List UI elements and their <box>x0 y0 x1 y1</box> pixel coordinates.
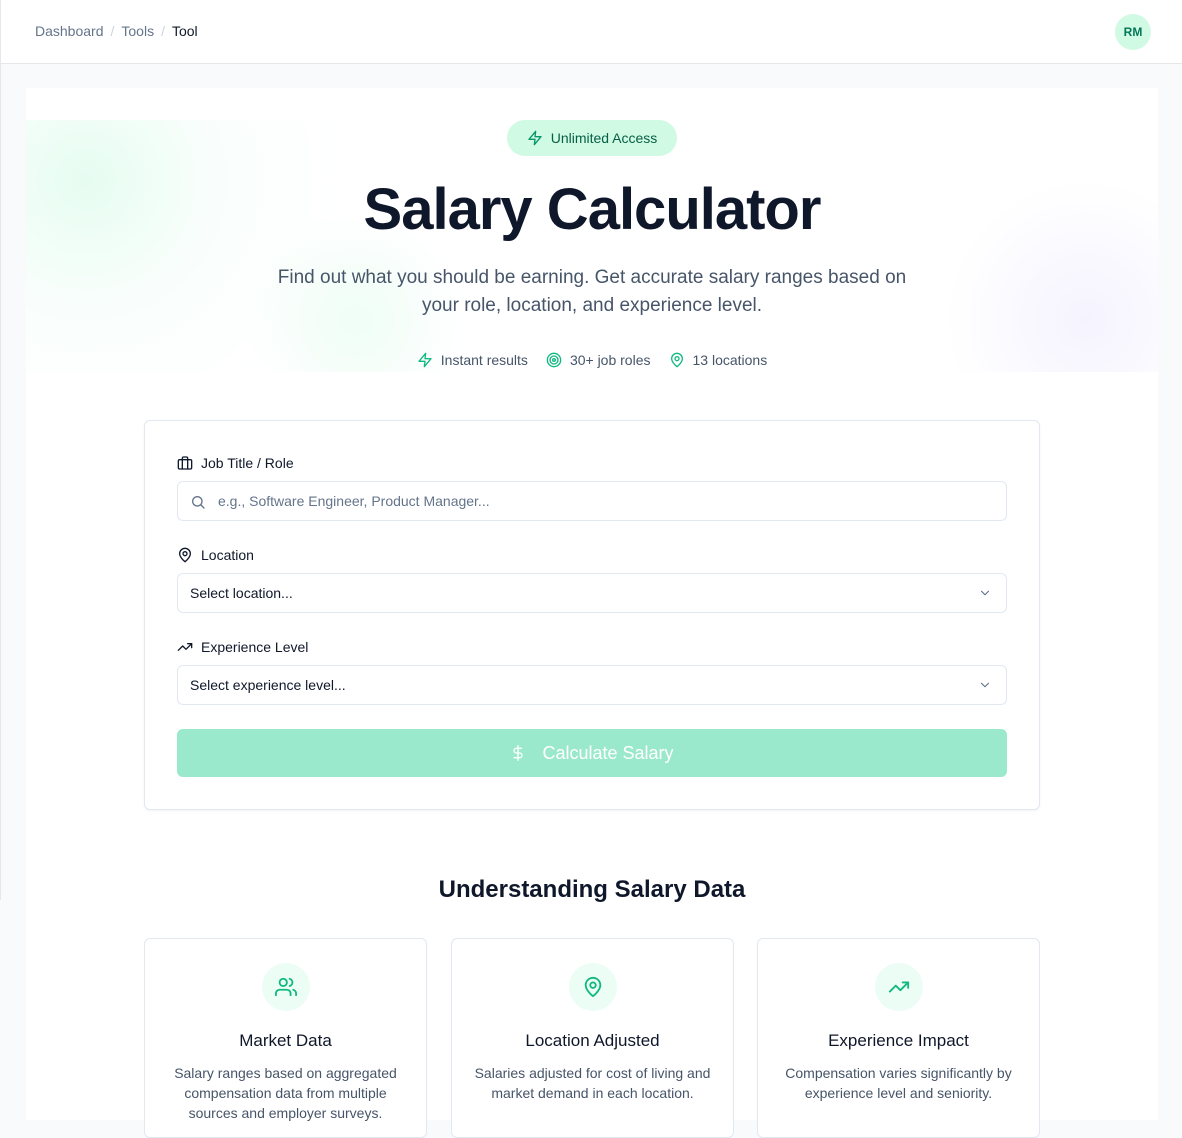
experience-select[interactable]: Select experience level... <box>177 665 1007 705</box>
job-title-label: Job Title / Role <box>177 455 294 471</box>
feature-list: Instant results 30+ job roles 13 locatio… <box>26 352 1158 368</box>
location-select[interactable]: Select location... <box>177 573 1007 613</box>
experience-label-text: Experience Level <box>201 639 309 655</box>
breadcrumb: Dashboard / Tools / Tool <box>35 23 198 39</box>
map-pin-icon <box>584 976 602 998</box>
page-title: Salary Calculator <box>363 177 822 242</box>
feature-label: 13 locations <box>692 352 768 368</box>
info-card-title: Market Data <box>239 1031 332 1050</box>
zap-icon <box>418 352 432 368</box>
main-content: Unlimited Access Salary Calculator Find … <box>26 88 1158 1138</box>
info-card-description: Salary ranges based on aggregated compen… <box>174 1065 397 1121</box>
info-card-location-adjusted: Location Adjusted Salaries adjusted for … <box>451 938 734 1138</box>
map-pin-icon <box>179 547 191 563</box>
feature-item-roles: 30+ job roles <box>546 352 651 368</box>
icon-circle <box>875 963 923 1011</box>
icon-circle <box>569 963 617 1011</box>
breadcrumb-separator: / <box>161 23 165 39</box>
job-title-field <box>177 481 1007 521</box>
location-label-text: Location <box>201 547 254 563</box>
experience-select-value: Select experience level... <box>190 677 346 693</box>
zap-icon <box>528 130 542 146</box>
section-title: Understanding Salary Data <box>438 876 746 903</box>
feature-label: Instant results <box>440 352 528 368</box>
trending-up-icon <box>177 643 193 651</box>
top-bar: Dashboard / Tools / Tool RM <box>0 0 1182 64</box>
feature-item-instant: Instant results <box>417 352 528 368</box>
experience-label: Experience Level <box>177 639 308 655</box>
map-pin-icon <box>670 352 683 368</box>
icon-circle <box>262 963 310 1011</box>
breadcrumb-separator: / <box>110 23 115 39</box>
feature-item-locations: 13 locations <box>669 352 768 368</box>
briefcase-icon <box>177 456 193 470</box>
info-card-experience-impact: Experience Impact Compensation varies si… <box>757 938 1040 1138</box>
info-card-description: Compensation varies significantly by exp… <box>785 1065 1012 1101</box>
chevron-down-icon <box>980 682 990 688</box>
calculate-salary-button[interactable]: Calculate Salary <box>177 729 1007 777</box>
chevron-down-icon <box>980 590 990 596</box>
breadcrumb-dashboard[interactable]: Dashboard <box>35 23 104 39</box>
badge-label: Unlimited Access <box>550 130 658 146</box>
info-card-title: Location Adjusted <box>525 1031 660 1050</box>
breadcrumb-tools[interactable]: Tools <box>121 23 154 39</box>
hero-background <box>26 120 1158 372</box>
feature-label: 30+ job roles <box>569 352 651 368</box>
info-card-market-data: Market Data Salary ranges based on aggre… <box>144 938 427 1138</box>
users-icon <box>275 977 297 997</box>
search-icon <box>192 496 205 509</box>
unlimited-access-badge: Unlimited Access <box>507 120 677 156</box>
location-select-value: Select location... <box>190 585 293 601</box>
info-card-title: Experience Impact <box>828 1031 969 1050</box>
user-avatar[interactable]: RM <box>1115 14 1151 50</box>
salary-form-card: Job Title / Role Location Select locatio… <box>144 420 1040 810</box>
target-icon <box>546 352 562 368</box>
breadcrumb-current: Tool <box>171 23 198 39</box>
sidebar-divider <box>0 64 1 900</box>
page-subtitle: Find out what you should be earning. Get… <box>277 267 907 316</box>
job-title-label-text: Job Title / Role <box>201 455 294 471</box>
dollar-icon <box>513 745 524 761</box>
location-label: Location <box>177 547 254 563</box>
calculate-salary-label: Calculate Salary <box>542 742 674 763</box>
job-title-input[interactable] <box>178 482 1006 520</box>
trending-up-icon <box>888 981 910 993</box>
info-card-description: Salaries adjusted for cost of living and… <box>474 1065 711 1101</box>
